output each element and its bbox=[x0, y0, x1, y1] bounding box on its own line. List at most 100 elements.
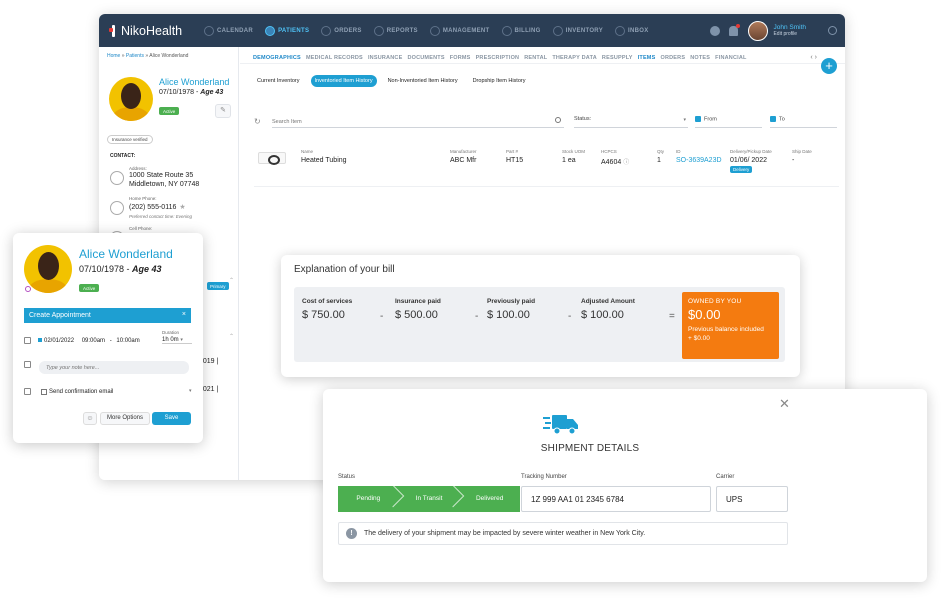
col-label: Name bbox=[301, 149, 314, 154]
appointment-date[interactable]: 02/01/2022 bbox=[44, 338, 74, 344]
user-avatar[interactable] bbox=[748, 20, 769, 41]
item-thumbnail bbox=[258, 152, 286, 165]
edit-profile-link[interactable]: Edit profile bbox=[773, 31, 806, 37]
end-time[interactable]: 10:00am bbox=[116, 338, 139, 344]
subtab-inventoried-history[interactable]: Inventoried Item History bbox=[310, 75, 377, 87]
user-info[interactable]: John Smith Edit profile bbox=[773, 24, 806, 37]
refresh-icon[interactable]: ↻ bbox=[254, 117, 261, 126]
calendar-icon bbox=[770, 116, 776, 122]
logo[interactable]: NikoHealth bbox=[109, 24, 204, 38]
col-label: Delivery/Pickup Date bbox=[730, 149, 772, 154]
start-time[interactable]: 09:00am bbox=[82, 338, 105, 344]
order-id-link[interactable]: SO-3639A23D bbox=[676, 157, 722, 164]
nav-reports[interactable]: REPORTS bbox=[373, 25, 418, 36]
confirmation-checkbox[interactable] bbox=[41, 388, 47, 395]
col-ship: Ship Date - bbox=[792, 149, 812, 164]
note-input[interactable] bbox=[39, 361, 189, 374]
tracking-number-field[interactable] bbox=[521, 486, 711, 512]
tab-therapy-data[interactable]: THERAPY DATA bbox=[552, 55, 597, 61]
inventory-icon bbox=[552, 25, 563, 36]
bill-value: $ 100.00 bbox=[487, 309, 530, 321]
tab-financial[interactable]: FINANCIAL bbox=[715, 55, 746, 61]
home-phone-value[interactable]: (202) 555-0116 ★ bbox=[129, 203, 186, 211]
status-step-pending: Pending bbox=[338, 486, 399, 512]
carrier-field[interactable] bbox=[716, 486, 788, 512]
tab-orders[interactable]: ORDERS bbox=[660, 55, 685, 61]
shipment-title: SHIPMENT DETAILS bbox=[540, 443, 640, 454]
email-icon bbox=[24, 388, 31, 395]
pin-icon bbox=[25, 286, 31, 292]
search-icon[interactable] bbox=[555, 117, 561, 123]
tab-notes[interactable]: NOTES bbox=[690, 55, 710, 61]
search-item-input[interactable] bbox=[272, 116, 564, 128]
add-button[interactable]: + bbox=[821, 58, 837, 74]
tab-demographics[interactable]: DEMOGRAPHICS bbox=[253, 55, 301, 61]
duration-value: 1h 0m bbox=[162, 337, 179, 343]
save-button[interactable]: Save bbox=[152, 412, 191, 425]
nav-calendar[interactable]: CALENDAR bbox=[204, 25, 253, 36]
tab-items[interactable]: ITEMS bbox=[638, 55, 656, 61]
patient-name[interactable]: Alice Wonderland bbox=[159, 77, 229, 87]
create-appointment-title: Create Appointment bbox=[29, 312, 91, 319]
date-to-field[interactable]: To bbox=[770, 116, 837, 128]
duration-select[interactable]: 1h 0m ▾ bbox=[162, 337, 192, 344]
patients-icon bbox=[265, 25, 276, 36]
nav-label: BILLING bbox=[514, 27, 541, 34]
orders-icon bbox=[321, 25, 332, 36]
tab-rental[interactable]: RENTAL bbox=[524, 55, 547, 61]
chevron-down-icon[interactable]: ▾ bbox=[189, 388, 192, 394]
info-icon: ! bbox=[346, 528, 357, 539]
tracking-number-label: Tracking Number bbox=[521, 474, 567, 480]
tab-insurance[interactable]: INSURANCE bbox=[368, 55, 403, 61]
info-icon[interactable]: ⓘ bbox=[623, 160, 629, 166]
chat-icon[interactable] bbox=[710, 25, 721, 36]
date-from-field[interactable]: From bbox=[695, 116, 762, 128]
edit-pencil-icon[interactable]: ✎ bbox=[215, 104, 231, 118]
hcpcs-value: A4604 bbox=[601, 159, 622, 166]
tab-medical-records[interactable]: MEDICAL RECORDS bbox=[306, 55, 363, 61]
nav-orders[interactable]: ORDERS bbox=[321, 25, 361, 36]
nav-patients[interactable]: PATIENTS bbox=[265, 25, 309, 36]
color-marker bbox=[38, 338, 42, 343]
table-row[interactable]: Name Heated Tubing Manufacturer ABC Mfr Pa… bbox=[254, 147, 839, 187]
star-icon[interactable]: ★ bbox=[179, 204, 185, 211]
main-nav: CALENDAR PATIENTS ORDERS REPORTS MANAGEM… bbox=[204, 25, 661, 36]
top-navbar: NikoHealth CALENDAR PATIENTS ORDERS REPO… bbox=[99, 14, 845, 47]
nav-inbox[interactable]: INBOX bbox=[615, 25, 649, 36]
col-qty: Qty 1 bbox=[657, 149, 664, 164]
more-options-button[interactable]: More Options bbox=[100, 412, 150, 425]
col-label: Stock UOM bbox=[562, 149, 586, 154]
avatar-face bbox=[38, 252, 59, 280]
nav-label: REPORTS bbox=[386, 27, 418, 34]
subtab-non-inventoried-history[interactable]: Non-Inventoried Item History bbox=[384, 75, 462, 87]
patient-dob: 07/10/1978 - Age 43 bbox=[79, 264, 162, 274]
close-icon[interactable]: × bbox=[182, 311, 186, 318]
bill-value: $ 750.00 bbox=[302, 309, 345, 321]
nav-billing[interactable]: BILLING bbox=[501, 25, 541, 36]
bell-icon[interactable] bbox=[729, 23, 741, 36]
primary-badge: Primary bbox=[207, 282, 229, 290]
tab-documents[interactable]: DOCUMENTS bbox=[407, 55, 444, 61]
subtab-current-inventory[interactable]: Current Inventory bbox=[253, 75, 304, 87]
chevron-down-icon: ▾ bbox=[683, 117, 686, 123]
nav-management[interactable]: MANAGEMENT bbox=[429, 25, 490, 36]
status-select[interactable]: Status: ▾ bbox=[574, 116, 688, 128]
breadcrumb-home[interactable]: Home bbox=[107, 53, 120, 59]
user-name: John Smith bbox=[773, 24, 806, 31]
logout-icon[interactable] bbox=[828, 26, 837, 35]
breadcrumb-patients[interactable]: Patients bbox=[126, 53, 144, 59]
nav-inventory[interactable]: INVENTORY bbox=[552, 25, 603, 36]
close-icon[interactable]: ✕ bbox=[779, 396, 790, 412]
emoji-button[interactable]: ☺ bbox=[83, 412, 97, 425]
tab-forms[interactable]: FORMS bbox=[450, 55, 471, 61]
phone-icon bbox=[110, 201, 124, 215]
patient-avatar bbox=[109, 77, 153, 121]
subtab-dropship-history[interactable]: Dropship Item History bbox=[469, 75, 530, 87]
tab-scroll-arrows[interactable]: ‹ › bbox=[810, 54, 817, 61]
tab-prescription[interactable]: PRESCRIPTION bbox=[476, 55, 520, 61]
dob-value: 07/10/1978 - bbox=[79, 264, 133, 274]
chevron-up-icon[interactable]: ⌃ bbox=[229, 333, 234, 340]
chevron-up-icon[interactable]: ⌃ bbox=[229, 277, 234, 284]
topbar-right: John Smith Edit profile bbox=[710, 20, 837, 41]
tab-resupply[interactable]: RESUPPLY bbox=[602, 55, 633, 61]
